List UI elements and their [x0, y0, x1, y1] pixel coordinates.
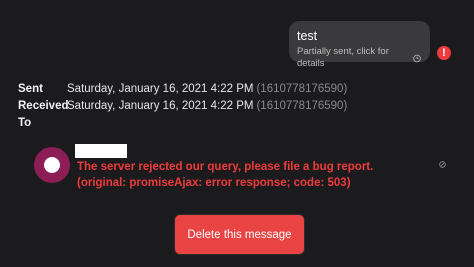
received-label: Received: [18, 100, 69, 112]
sent-row: Sent Saturday, January 16, 2021 4:22 PM …: [18, 81, 347, 98]
to-label: To: [18, 117, 32, 129]
exclamation-icon[interactable]: !: [437, 46, 451, 60]
message-metadata: Sent Saturday, January 16, 2021 4:22 PM …: [18, 81, 347, 132]
recipient-error: The server rejected our query, please fi…: [77, 161, 374, 189]
message-details-page: test Partially sent, click for details !…: [0, 0, 474, 267]
avatar-redacted: [44, 157, 60, 173]
received-row: Received Saturday, January 16, 2021 4:22…: [18, 98, 347, 115]
sent-value: Saturday, January 16, 2021 4:22 PM: [67, 83, 254, 95]
message-bubble[interactable]: test Partially sent, click for details: [289, 21, 430, 69]
error-dismiss-icon[interactable]: [439, 161, 446, 168]
avatar[interactable]: [34, 147, 70, 183]
recipient-name-redacted: [75, 144, 127, 158]
message-status[interactable]: Partially sent, click for details: [297, 46, 421, 70]
delete-message-button[interactable]: Delete this message: [175, 215, 304, 254]
to-row: To: [18, 115, 347, 132]
clock-icon: [413, 54, 421, 62]
message-status-label: Partially sent, click for details: [297, 46, 389, 69]
sent-label: Sent: [18, 83, 43, 95]
received-timestamp: (1610778176590): [256, 100, 348, 112]
received-value: Saturday, January 16, 2021 4:22 PM: [67, 100, 254, 112]
message-text: test: [297, 29, 318, 43]
sent-timestamp: (1610778176590): [256, 83, 348, 95]
